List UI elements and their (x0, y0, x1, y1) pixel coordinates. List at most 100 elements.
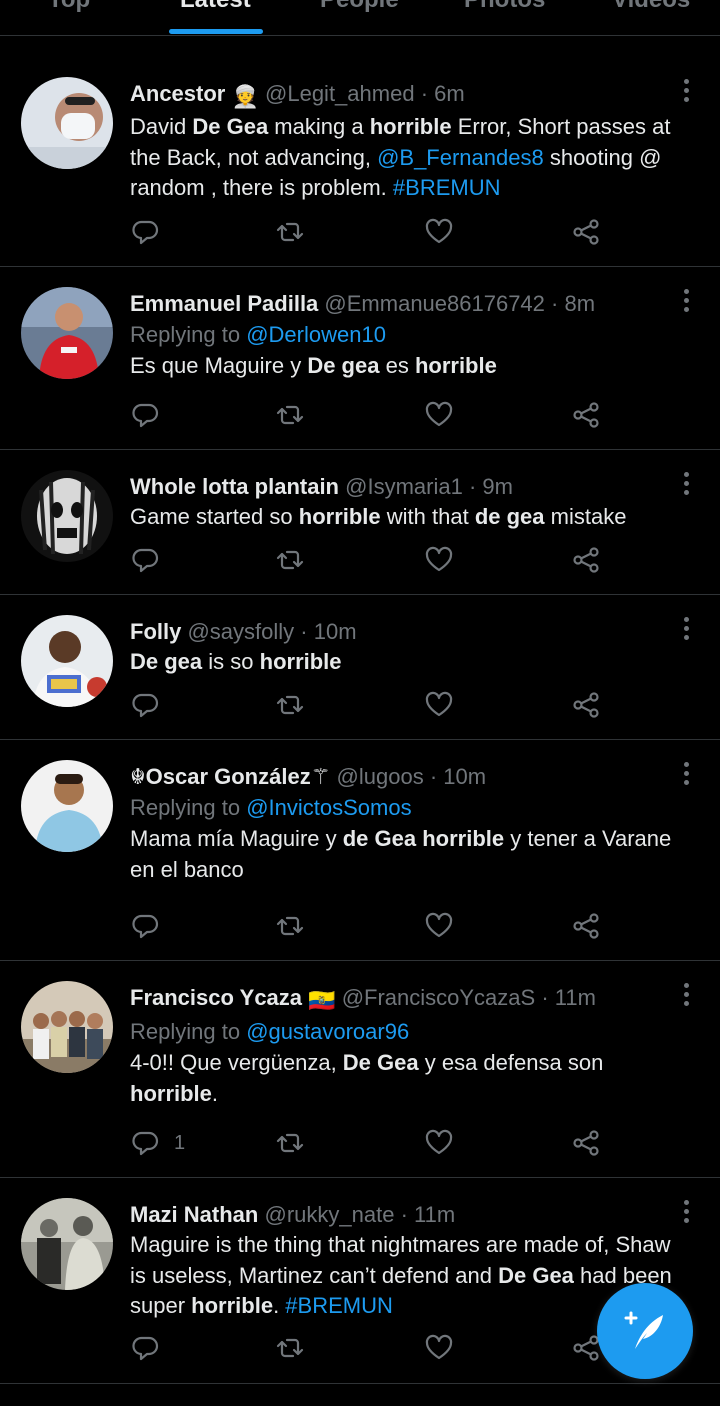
retweet-button[interactable] (275, 215, 305, 249)
heart-icon (425, 218, 453, 244)
avatar[interactable] (21, 760, 113, 852)
like-button[interactable] (424, 909, 454, 943)
user-handle[interactable]: @Legit_ahmed (265, 81, 415, 106)
tweet[interactable]: Emmanuel Padilla @Emmanue86176742 · 8m R… (0, 267, 720, 450)
replying-to: Replying to @Derlowen10 (130, 319, 672, 351)
like-button[interactable] (424, 215, 454, 249)
more-icon[interactable] (678, 79, 694, 105)
highlighted-term: De Gea (192, 114, 269, 139)
tweet[interactable]: Folly @saysfolly · 10m De gea is so horr… (0, 595, 720, 740)
retweet-icon (276, 916, 304, 936)
avatar[interactable] (21, 981, 113, 1073)
retweet-button[interactable] (275, 1126, 305, 1160)
user-handle[interactable]: @Emmanue86176742 (324, 291, 544, 316)
replying-to-mention[interactable]: @gustavoroar96 (246, 1019, 409, 1044)
reply-button[interactable] (130, 543, 160, 577)
display-name[interactable]: Folly (130, 619, 181, 644)
highlighted-term: horrible (191, 1293, 274, 1318)
like-button[interactable] (424, 543, 454, 577)
more-icon[interactable] (678, 472, 694, 498)
separator-dot: · (420, 81, 429, 106)
heart-icon (425, 691, 453, 717)
more-icon[interactable] (678, 617, 694, 643)
heart-icon (425, 1129, 453, 1155)
tab-top[interactable]: Top (48, 0, 90, 14)
tweet[interactable]: ☬Oscar González⚚ @lugoos · 10m Replying … (0, 740, 720, 961)
user-handle[interactable]: @lugoos (337, 764, 424, 789)
reply-icon (132, 1336, 159, 1361)
avatar[interactable] (21, 470, 113, 562)
heart-icon (425, 546, 453, 572)
like-button[interactable] (424, 688, 454, 722)
reply-button[interactable] (130, 1331, 160, 1365)
tweet[interactable]: Francisco Ycaza 🇪🇨 @FranciscoYcazaS · 11… (0, 961, 720, 1178)
timestamp[interactable]: 11m (414, 1202, 455, 1227)
display-name[interactable]: Ancestor (130, 81, 225, 106)
tweet-actions (130, 543, 610, 577)
display-name[interactable]: Mazi Nathan (130, 1202, 258, 1227)
retweet-icon (276, 1338, 304, 1358)
share-button[interactable] (571, 215, 601, 249)
replying-to: Replying to @gustavoroar96 (130, 1016, 672, 1048)
retweet-button[interactable] (275, 1331, 305, 1365)
reply-button[interactable] (130, 688, 160, 722)
reply-button[interactable] (130, 215, 160, 249)
more-icon[interactable] (678, 289, 694, 315)
timestamp[interactable]: 10m (314, 619, 357, 644)
more-icon[interactable] (678, 1200, 694, 1226)
hashtag-link[interactable]: #BREMUN (393, 175, 501, 200)
tab-people[interactable]: People (320, 0, 399, 14)
timestamp[interactable]: 11m (555, 985, 596, 1010)
user-handle[interactable]: @Isymaria1 (345, 474, 463, 499)
timestamp[interactable]: 10m (443, 764, 486, 789)
retweet-button[interactable] (275, 398, 305, 432)
replying-to-mention[interactable]: @InvictosSomos (246, 795, 411, 820)
user-handle[interactable]: @rukky_nate (264, 1202, 394, 1227)
replying-to-mention[interactable]: @Derlowen10 (246, 322, 386, 347)
display-name[interactable]: Whole lotta plantain (130, 474, 339, 499)
display-name[interactable]: Francisco Ycaza (130, 985, 302, 1010)
user-handle[interactable]: @saysfolly (187, 619, 294, 644)
tweet-header: Folly @saysfolly · 10m (130, 617, 672, 647)
share-button[interactable] (571, 909, 601, 943)
display-name[interactable]: ☬Oscar González⚚ (130, 764, 330, 789)
separator-dot: · (551, 291, 559, 316)
share-icon (573, 547, 599, 573)
retweet-button[interactable] (275, 909, 305, 943)
more-icon[interactable] (678, 983, 694, 1009)
display-name[interactable]: Emmanuel Padilla (130, 291, 318, 316)
highlighted-term: de Gea horrible (342, 826, 505, 851)
compose-tweet-button[interactable] (597, 1283, 693, 1379)
highlighted-term: horrible (259, 649, 342, 674)
tab-videos[interactable]: Videos (612, 0, 690, 14)
hashtag-link[interactable]: #BREMUN (285, 1293, 393, 1318)
like-button[interactable] (424, 1331, 454, 1365)
separator-dot: · (541, 985, 549, 1010)
share-button[interactable] (571, 398, 601, 432)
timestamp[interactable]: 6m (434, 81, 465, 106)
like-button[interactable] (424, 398, 454, 432)
reply-button[interactable] (130, 909, 160, 943)
tab-latest[interactable]: Latest (180, 0, 251, 14)
retweet-button[interactable] (275, 543, 305, 577)
more-icon[interactable] (678, 762, 694, 788)
reply-button[interactable]: 1 (130, 1126, 185, 1160)
avatar[interactable] (21, 615, 113, 707)
timestamp[interactable]: 8m (564, 291, 595, 316)
tweet-text: 4-0!! Que vergüenza, De Gea y esa defens… (130, 1050, 604, 1106)
tweet[interactable]: Ancestor 👳 @Legit_ahmed · 6m David De Ge… (0, 57, 720, 267)
avatar[interactable] (21, 77, 113, 169)
retweet-button[interactable] (275, 688, 305, 722)
avatar[interactable] (21, 287, 113, 379)
user-handle[interactable]: @FranciscoYcazaS (342, 985, 536, 1010)
share-button[interactable] (571, 688, 601, 722)
mention-link[interactable]: @B_Fernandes8 (377, 145, 544, 170)
share-button[interactable] (571, 543, 601, 577)
avatar[interactable] (21, 1198, 113, 1290)
tweet[interactable]: Whole lotta plantain @Isymaria1 · 9m Gam… (0, 450, 720, 595)
like-button[interactable] (424, 1126, 454, 1160)
timestamp[interactable]: 9m (482, 474, 513, 499)
tab-photos[interactable]: Photos (464, 0, 545, 14)
share-button[interactable] (571, 1126, 601, 1160)
reply-button[interactable] (130, 398, 160, 432)
